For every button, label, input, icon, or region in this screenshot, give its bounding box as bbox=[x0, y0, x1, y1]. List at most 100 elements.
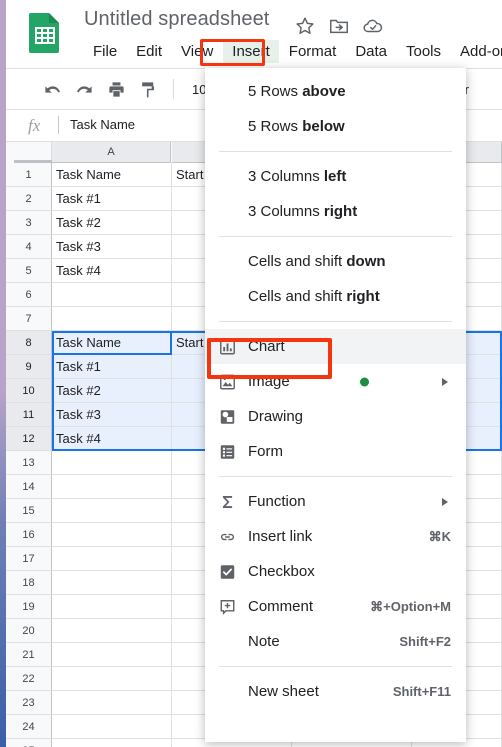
menu-item-label: Insert link bbox=[248, 528, 313, 545]
grid-cell[interactable] bbox=[52, 667, 172, 691]
menu-add-ons[interactable]: Add-ons bbox=[451, 40, 502, 63]
grid-cell[interactable] bbox=[52, 715, 172, 739]
column-header-a[interactable]: A bbox=[52, 142, 171, 163]
fx-icon: fx bbox=[28, 116, 41, 135]
menu-data[interactable]: Data bbox=[346, 40, 396, 63]
grid-cell[interactable]: Task Name bbox=[52, 331, 172, 355]
row-header[interactable]: 5 bbox=[6, 259, 52, 283]
row-header[interactable]: 20 bbox=[6, 619, 52, 643]
menuitem-new-sheet[interactable]: New sheet Shift+F11 bbox=[205, 674, 466, 709]
menu-item-label: Checkbox bbox=[248, 563, 315, 580]
menu-tools[interactable]: Tools bbox=[397, 40, 450, 63]
row-header[interactable]: 9 bbox=[6, 355, 52, 379]
row-header[interactable]: 12 bbox=[6, 427, 52, 451]
row-header[interactable]: 4 bbox=[6, 235, 52, 259]
cloud-saved-icon[interactable] bbox=[362, 15, 384, 37]
menu-separator bbox=[219, 666, 452, 667]
menuitem-chart[interactable]: Chart bbox=[205, 329, 466, 364]
grid-cell[interactable] bbox=[52, 643, 172, 667]
grid-cell[interactable]: Task #4 bbox=[52, 427, 172, 451]
select-all-corner[interactable] bbox=[6, 142, 52, 163]
undo-icon[interactable] bbox=[43, 80, 62, 99]
menuitem-form[interactable]: Form bbox=[205, 434, 466, 469]
row-header[interactable]: 15 bbox=[6, 499, 52, 523]
grid-cell[interactable] bbox=[52, 691, 172, 715]
row-header[interactable]: 6 bbox=[6, 283, 52, 307]
row-header[interactable]: 22 bbox=[6, 667, 52, 691]
menuitem-drawing[interactable]: Drawing bbox=[205, 399, 466, 434]
row-header[interactable]: 16 bbox=[6, 523, 52, 547]
grid-cell[interactable] bbox=[52, 451, 172, 475]
row-header[interactable]: 3 bbox=[6, 211, 52, 235]
row-header[interactable]: 14 bbox=[6, 475, 52, 499]
row-header[interactable]: 17 bbox=[6, 547, 52, 571]
row-header[interactable]: 23 bbox=[6, 691, 52, 715]
row-header[interactable]: 18 bbox=[6, 571, 52, 595]
menuitem-note[interactable]: Note Shift+F2 bbox=[205, 624, 466, 659]
menu-item-label: Comment bbox=[248, 598, 314, 615]
grid-cell[interactable]: Task #3 bbox=[52, 235, 172, 259]
grid-cell[interactable]: Task #4 bbox=[52, 259, 172, 283]
star-icon[interactable] bbox=[294, 15, 316, 37]
menu-file[interactable]: File bbox=[84, 40, 126, 63]
google-sheets-window: Untitled spreadsheet File Edit View Inse… bbox=[0, 0, 502, 747]
grid-cell[interactable] bbox=[52, 307, 172, 331]
insert-dropdown-menu[interactable]: 5 Rows above 5 Rows below 3 Columns left 3 … bbox=[205, 68, 466, 742]
menuitem-rows-above[interactable]: 5 Rows above bbox=[205, 74, 466, 109]
print-icon[interactable] bbox=[107, 80, 126, 99]
menuitem-columns-left[interactable]: 3 Columns left bbox=[205, 159, 466, 194]
menuitem-cells-shift-down[interactable]: Cells and shift down bbox=[205, 244, 466, 279]
formula-input[interactable]: Task Name bbox=[70, 117, 135, 132]
row-header[interactable]: 10 bbox=[6, 379, 52, 403]
row-header[interactable]: 2 bbox=[6, 187, 52, 211]
row-header[interactable]: 8 bbox=[6, 331, 52, 355]
grid-cell[interactable] bbox=[52, 475, 172, 499]
menuitem-function[interactable]: Function bbox=[205, 484, 466, 519]
grid-cell[interactable]: Task Name bbox=[52, 163, 172, 187]
row-header[interactable]: 7 bbox=[6, 307, 52, 331]
menuitem-checkbox[interactable]: Checkbox bbox=[205, 554, 466, 589]
menu-view[interactable]: View bbox=[172, 40, 222, 63]
menu-item-label: Function bbox=[248, 493, 306, 510]
toolbar-divider bbox=[173, 79, 174, 99]
paint-format-icon[interactable] bbox=[139, 80, 158, 99]
row-header[interactable]: 13 bbox=[6, 451, 52, 475]
grid-cell[interactable] bbox=[52, 523, 172, 547]
menu-format[interactable]: Format bbox=[280, 40, 346, 63]
grid-cell[interactable]: Task #1 bbox=[52, 355, 172, 379]
grid-cell[interactable] bbox=[52, 499, 172, 523]
menuitem-comment[interactable]: Comment ⌘+Option+M bbox=[205, 589, 466, 624]
menuitem-columns-right[interactable]: 3 Columns right bbox=[205, 194, 466, 229]
row-header[interactable]: 21 bbox=[6, 643, 52, 667]
menu-item-shortcut: ⌘K bbox=[428, 528, 451, 544]
grid-cell[interactable] bbox=[52, 283, 172, 307]
grid-cell[interactable]: Task #2 bbox=[52, 379, 172, 403]
document-title[interactable]: Untitled spreadsheet bbox=[84, 8, 269, 31]
grid-cell[interactable]: Task #2 bbox=[52, 211, 172, 235]
grid-cell[interactable] bbox=[52, 595, 172, 619]
menu-separator bbox=[219, 236, 452, 237]
grid-cell[interactable] bbox=[52, 571, 172, 595]
grid-cell[interactable]: Task #3 bbox=[52, 403, 172, 427]
row-header[interactable]: 1 bbox=[6, 163, 52, 187]
menuitem-rows-below[interactable]: 5 Rows below bbox=[205, 109, 466, 144]
grid-cell[interactable] bbox=[52, 619, 172, 643]
menuitem-cells-shift-right[interactable]: Cells and shift right bbox=[205, 279, 466, 314]
grid-cell[interactable] bbox=[52, 739, 172, 747]
move-to-folder-icon[interactable] bbox=[328, 15, 350, 37]
menu-item-label: 3 Columns left bbox=[248, 168, 347, 185]
menuitem-image[interactable]: Image bbox=[205, 364, 466, 399]
menu-item-label: 5 Rows above bbox=[248, 83, 346, 100]
row-header[interactable]: 24 bbox=[6, 715, 52, 739]
row-header[interactable]: 19 bbox=[6, 595, 52, 619]
menuitem-insert-link[interactable]: Insert link ⌘K bbox=[205, 519, 466, 554]
row-header[interactable]: 25 bbox=[6, 739, 52, 747]
redo-icon[interactable] bbox=[75, 80, 94, 99]
form-icon bbox=[219, 443, 236, 460]
menu-edit[interactable]: Edit bbox=[127, 40, 171, 63]
row-header[interactable]: 11 bbox=[6, 403, 52, 427]
grid-cell[interactable]: Task #1 bbox=[52, 187, 172, 211]
menu-insert[interactable]: Insert bbox=[223, 39, 279, 63]
menu-separator bbox=[219, 321, 452, 322]
grid-cell[interactable] bbox=[52, 547, 172, 571]
